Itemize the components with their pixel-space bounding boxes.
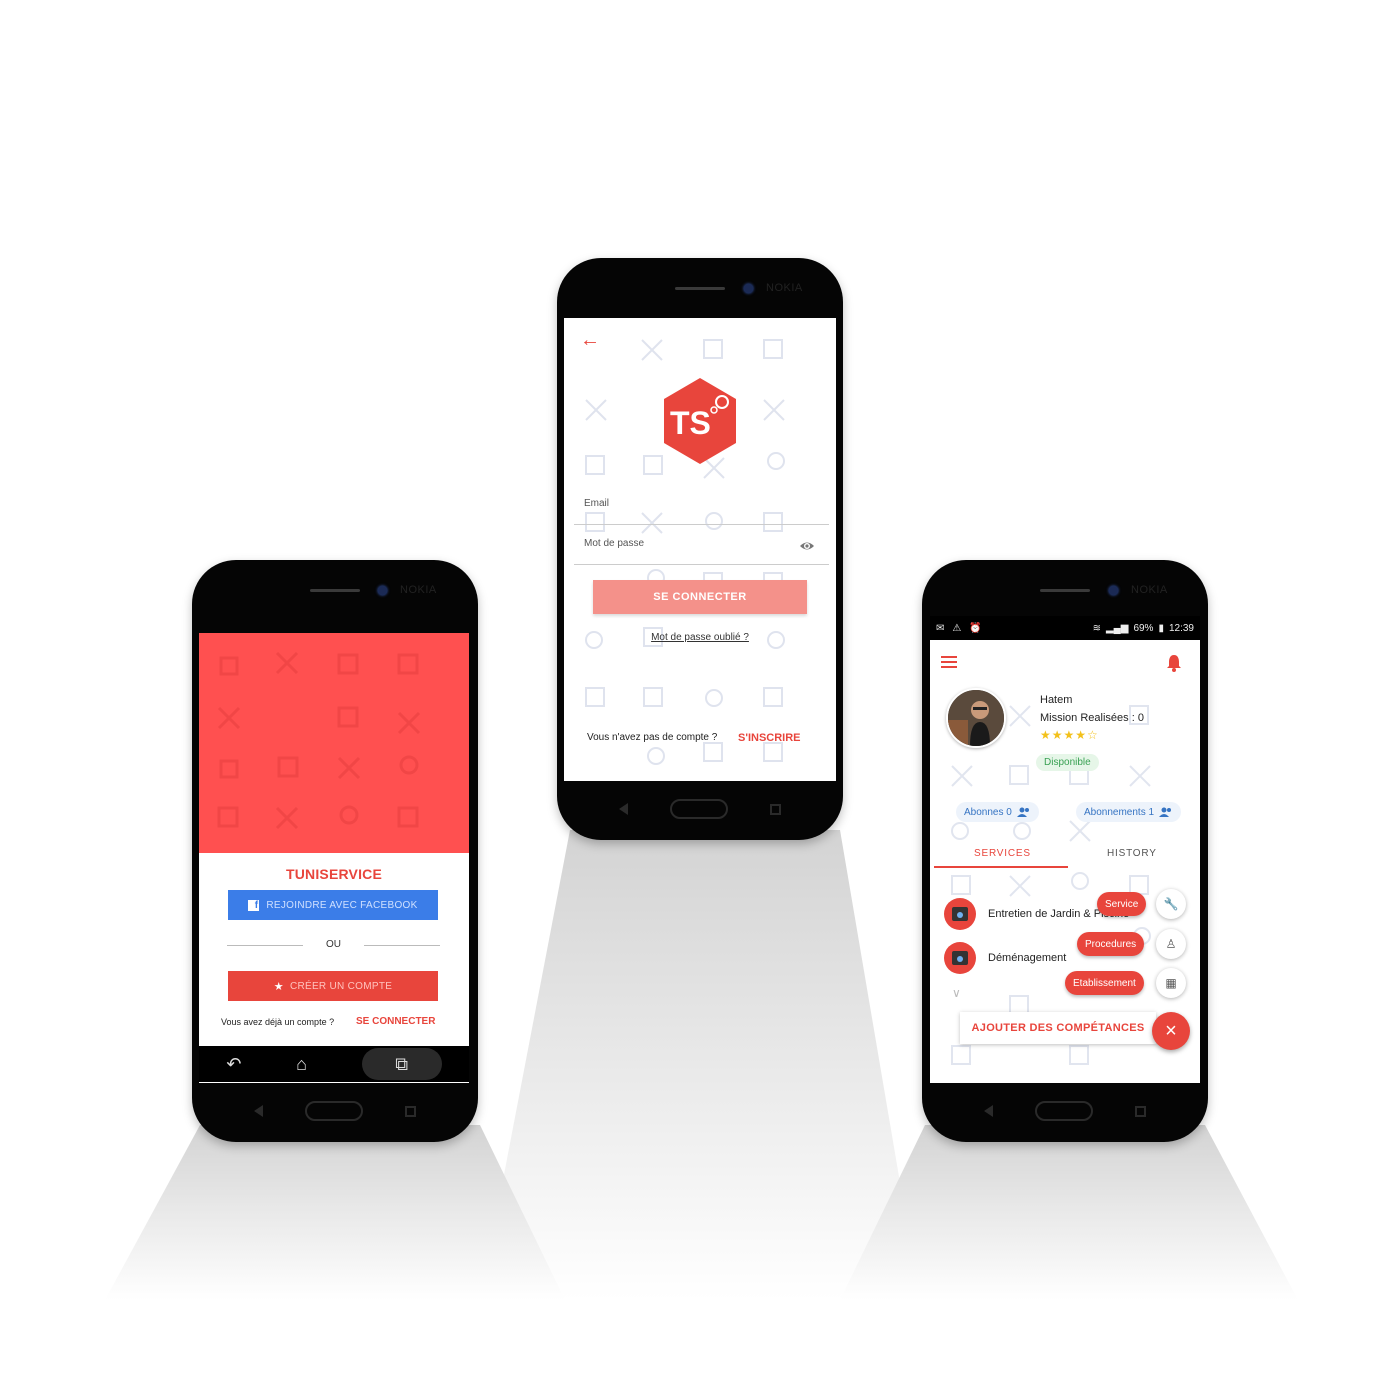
home-nav-icon[interactable]: ⌂ [296,1054,307,1075]
bell-icon[interactable] [1166,654,1182,672]
people-icon [1016,807,1029,817]
hero-pattern [217,651,421,830]
phone-left: NOKIA TUNISERVICE f REJOINDRE AVEC FACEB… [192,560,478,1142]
subscriptions-chip[interactable]: Abonnements 1 [1076,802,1182,822]
warning-icon: ⚠ [952,622,962,634]
ts-logo: TS [664,378,736,464]
hardware-home-icon [305,1101,363,1121]
close-icon[interactable]: × [1152,1012,1190,1050]
fab-procedures-button[interactable]: Procedures [1077,932,1145,956]
phone-speaker [1040,589,1090,592]
service-item[interactable]: Déménagement [944,942,1066,974]
back-nav-icon[interactable]: ↶ [226,1054,241,1075]
recent-apps-button[interactable]: ⧉ [361,1048,442,1080]
mission-count: Mission Realisées : 0 [1040,712,1144,724]
alarm-icon: ⏰ [969,622,982,634]
hardware-recent-icon [770,803,781,815]
back-arrow-icon[interactable]: ← [580,328,600,352]
screen-login: ← TS Email Mot de passe SE CONNECTER Mot… [564,318,836,781]
showcase-stage: NOKIA TUNISERVICE f REJOINDRE AVEC FACEB… [0,0,1400,1400]
email-field[interactable] [574,524,829,525]
wrench-icon[interactable]: 🔧 [1156,889,1186,919]
create-account-button[interactable]: ★ CRÉER UN COMPTE [228,971,438,1001]
front-camera [744,284,753,293]
hardware-back-icon [619,803,628,815]
or-separator: OU [227,939,440,953]
status-time: 12:39 [1168,622,1194,634]
user-icon[interactable]: ♙ [1156,929,1186,959]
phone-speaker [675,287,725,290]
front-camera [1109,586,1118,595]
tab-history[interactable]: HISTORY [1107,848,1157,859]
hero-banner [199,633,469,853]
login-button[interactable]: SE CONNECTER [593,580,807,614]
status-bar: ✉ ⚠ ⏰ ≋ ▂▄▆ 69% ▮ 12:39 [930,616,1200,640]
system-navigation-bar: ↶ ⌂ ⧉ [199,1046,469,1082]
avatar [946,688,1006,748]
building-icon[interactable]: ▦ [1156,968,1186,998]
brand-label: NOKIA [1131,584,1168,596]
active-tab-indicator [934,866,1068,868]
facebook-login-button[interactable]: f REJOINDRE AVEC FACEBOOK [228,890,438,920]
add-skills-button[interactable]: AJOUTER DES COMPÉTANCES [960,1012,1156,1044]
hardware-home-icon [1035,1101,1093,1121]
service-icon [944,898,976,930]
screen-profile: ✉ ⚠ ⏰ ≋ ▂▄▆ 69% ▮ 12:39 Hatem Mission Re… [930,616,1200,1083]
profile-name: Hatem [1040,694,1073,706]
rating-stars: ★★★★☆ [1040,728,1099,742]
fab-service-button[interactable]: Service [1097,892,1147,916]
brand-label: NOKIA [400,584,437,596]
service-label: Déménagement [988,952,1067,964]
chevron-down-icon: ∨ [952,986,961,1000]
forgot-password-link[interactable]: Mot de passe oublié ? [564,632,836,643]
status-right-icons: ≋ ▂▄▆ 69% ▮ 12:39 [1093,623,1194,634]
signal-icon: ▂▄▆ [1105,622,1129,634]
subscriptions-label: Abonnements 1 [1084,806,1155,818]
followers-chip[interactable]: Abonnes 0 [956,802,1039,822]
login-link[interactable]: SE CONNECTER [356,1016,435,1027]
create-account-label: CRÉER UN COMPTE [289,980,393,992]
battery-icon: ▮ [1158,622,1164,634]
fab-establishment-button[interactable]: Etablissement [1065,971,1144,995]
status-left-icons: ✉ ⚠ ⏰ [936,623,982,634]
facebook-icon: f [248,899,260,911]
hardware-home-icon [670,799,728,819]
separator-line-right [364,945,440,946]
hardware-recent-icon [405,1105,416,1117]
password-label: Mot de passe [584,538,645,549]
followers-label: Abonnes 0 [964,806,1012,818]
service-icon [944,942,976,974]
battery-percent: 69% [1133,622,1154,634]
eye-icon[interactable] [799,538,815,554]
availability-badge: Disponible [1036,754,1099,771]
avatar-photo [948,690,1004,746]
phone-speaker [310,589,360,592]
svg-text:TS: TS [670,405,711,441]
screen-welcome: TUNISERVICE f REJOINDRE AVEC FACEBOOK OU… [199,633,469,1083]
message-icon: ✉ [936,622,945,634]
brand-label: NOKIA [766,282,803,294]
tab-services[interactable]: SERVICES [974,848,1031,859]
facebook-button-label: REJOINDRE AVEC FACEBOOK [266,899,418,911]
signup-link[interactable]: S'INSCRIRE [738,732,801,744]
front-camera [378,586,387,595]
wifi-icon: ≋ [1092,622,1101,634]
hamburger-menu-icon[interactable] [941,656,957,669]
have-account-text: Vous avez déjà un compte ? [221,1017,335,1027]
hardware-back-icon [984,1105,993,1117]
recent-nav-icon: ⧉ [395,1053,409,1074]
hardware-recent-icon [1135,1105,1146,1117]
hardware-nav [922,1101,1208,1121]
hardware-back-icon [254,1105,263,1117]
hardware-nav [192,1101,478,1121]
star-icon: ★ [273,980,284,993]
password-field[interactable] [574,564,829,565]
app-title: TUNISERVICE [285,866,383,882]
phone-right: NOKIA ✉ ⚠ ⏰ ≋ ▂▄▆ 69% ▮ 12:39 Hatem Miss… [922,560,1208,1142]
phone-center: NOKIA ← TS Email Mot de passe SE CONNECT… [557,258,843,840]
hardware-nav [557,799,843,819]
email-label: Email [584,498,610,509]
no-account-text: Vous n'avez pas de compte ? [587,732,718,743]
people-icon [1159,807,1172,817]
